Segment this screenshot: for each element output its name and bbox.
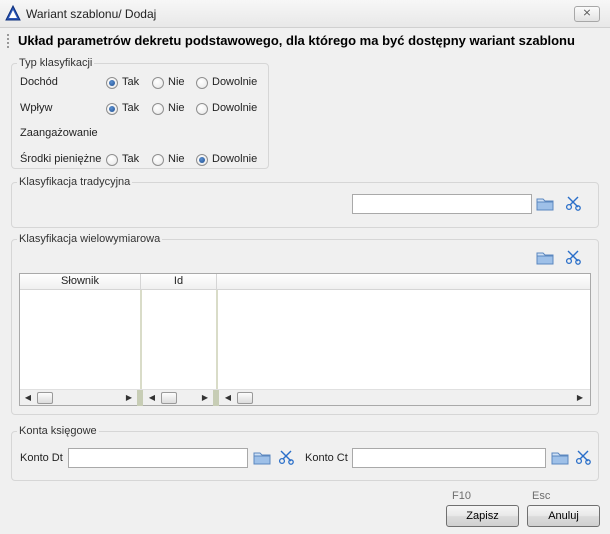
classification-row-label: Zaangażowanie <box>20 127 98 139</box>
scroll-left-arrow-icon[interactable]: ◀ <box>147 392 157 404</box>
save-shortcut-hint: F10 <box>452 490 471 502</box>
scroll-left-arrow-icon[interactable]: ◀ <box>223 392 233 404</box>
scroll-left-arrow-icon[interactable]: ◀ <box>23 392 33 404</box>
column-header-id[interactable]: Id <box>141 274 217 290</box>
classification-row-label: Dochód <box>20 76 58 88</box>
cancel-shortcut-hint: Esc <box>532 490 551 502</box>
classification-row-label: Środki pieniężne <box>20 153 102 165</box>
header-grip <box>7 34 9 48</box>
radio-label-yes[interactable]: Tak <box>122 153 139 165</box>
column-header-filler <box>217 274 590 290</box>
radio-yes[interactable] <box>106 77 118 89</box>
debit-account-input[interactable] <box>68 448 248 468</box>
close-button[interactable]: ⨯ <box>574 6 600 22</box>
radio-label-no[interactable]: Nie <box>168 102 185 114</box>
radio-label-no[interactable]: Nie <box>168 153 185 165</box>
close-icon: ⨯ <box>582 7 592 19</box>
credit-account-label: Konto Ct <box>305 452 348 464</box>
column-header-dictionary[interactable]: Słownik <box>20 274 141 290</box>
folder-icon[interactable] <box>536 196 554 212</box>
classification-row-label: Wpływ <box>20 102 53 114</box>
folder-icon[interactable] <box>253 450 271 466</box>
radio-no[interactable] <box>152 154 164 166</box>
scissors-icon[interactable] <box>574 449 592 465</box>
scroll-splitter[interactable] <box>213 390 219 406</box>
folder-icon[interactable] <box>536 250 554 266</box>
folder-icon[interactable] <box>551 450 569 466</box>
classification-type-title: Typ klasyfikacji <box>17 57 95 69</box>
radio-label-yes[interactable]: Tak <box>122 102 139 114</box>
scissors-icon[interactable] <box>564 195 582 211</box>
scroll-right-arrow-icon[interactable]: ▶ <box>200 392 210 404</box>
radio-any[interactable] <box>196 103 208 115</box>
radio-no[interactable] <box>152 77 164 89</box>
cancel-button[interactable]: Anuluj <box>527 505 600 527</box>
radio-label-yes[interactable]: Tak <box>122 76 139 88</box>
radio-label-any[interactable]: Dowolnie <box>212 153 257 165</box>
window-title: Wariant szablonu/ Dodaj <box>26 7 157 21</box>
traditional-classification-input[interactable] <box>352 194 532 214</box>
horizontal-scrollbar[interactable]: ◀ ▶ ◀ ▶ ◀ ▶ <box>20 389 590 406</box>
scissors-icon[interactable] <box>277 449 295 465</box>
multidimensional-classification-title: Klasyfikacja wielowymiarowa <box>17 233 163 245</box>
credit-account-input[interactable] <box>352 448 546 468</box>
column-separator[interactable] <box>140 290 142 390</box>
save-button[interactable]: Zapisz <box>446 505 519 527</box>
radio-yes[interactable] <box>106 103 118 115</box>
window-title-bar[interactable]: Wariant szablonu/ Dodaj ⨯ <box>0 0 610 28</box>
radio-label-any[interactable]: Dowolnie <box>212 102 257 114</box>
debit-account-label: Konto Dt <box>20 452 63 464</box>
radio-label-no[interactable]: Nie <box>168 76 185 88</box>
page-header: Układ parametrów dekretu podstawowego, d… <box>18 33 575 48</box>
radio-yes[interactable] <box>106 154 118 166</box>
scissors-icon[interactable] <box>564 249 582 265</box>
scroll-right-arrow-icon[interactable]: ▶ <box>124 392 134 404</box>
scroll-splitter[interactable] <box>137 390 143 406</box>
radio-label-any[interactable]: Dowolnie <box>212 76 257 88</box>
radio-no[interactable] <box>152 103 164 115</box>
radio-any[interactable] <box>196 154 208 166</box>
triangle-app-icon <box>5 5 21 21</box>
scroll-thumb[interactable] <box>37 392 53 404</box>
radio-any[interactable] <box>196 77 208 89</box>
dictionary-grid[interactable]: Słownik Id ◀ ▶ ◀ ▶ ◀ ▶ <box>19 273 591 406</box>
scroll-right-arrow-icon[interactable]: ▶ <box>575 392 585 404</box>
column-separator[interactable] <box>216 290 218 390</box>
scroll-thumb[interactable] <box>161 392 177 404</box>
traditional-classification-title: Klasyfikacja tradycyjna <box>17 176 133 188</box>
scroll-thumb[interactable] <box>237 392 253 404</box>
accounts-title: Konta księgowe <box>17 425 99 437</box>
